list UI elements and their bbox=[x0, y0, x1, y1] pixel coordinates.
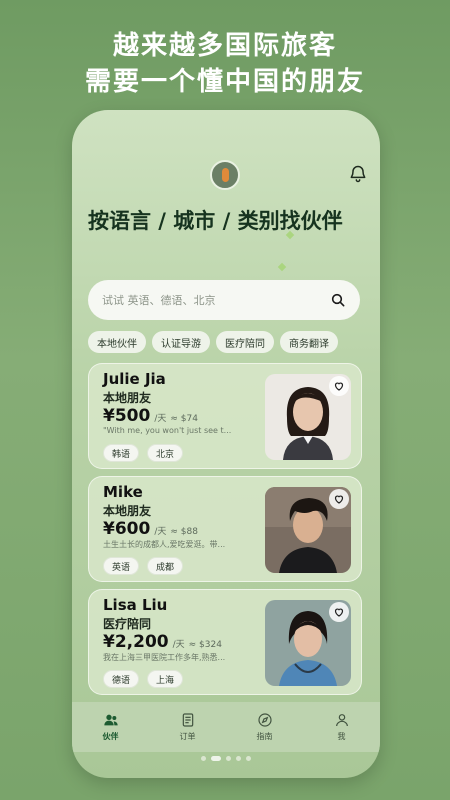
price-usd: ≈ $88 bbox=[170, 527, 198, 537]
partner-price: ¥2,200 bbox=[103, 632, 169, 652]
headline: 越来越多国际旅客 需要一个懂中国的朋友 bbox=[0, 28, 450, 100]
favorite-heart-icon[interactable] bbox=[329, 602, 349, 622]
page-dot-active bbox=[211, 756, 221, 761]
partner-name: Lisa Liu bbox=[103, 596, 168, 614]
partner-tags: 德语 上海 bbox=[103, 670, 184, 688]
partner-photo bbox=[265, 374, 351, 460]
partner-card[interactable]: Lisa Liu 医疗陪同 ¥2,200 /天 ≈ $324 我在上海三甲医院工… bbox=[88, 589, 362, 695]
page-dot bbox=[226, 756, 231, 761]
price-unit: /天 bbox=[154, 527, 167, 537]
partner-description: 我在上海三甲医院工作多年,熟悉... bbox=[103, 653, 226, 662]
language-tag: 德语 bbox=[103, 670, 140, 688]
city-tag: 成都 bbox=[147, 557, 184, 575]
phone-screen: 按语言 / 城市 / 类别找伙伴 试试 英语、德语、北京 本地伙伴 认证导游 医… bbox=[72, 110, 380, 778]
tab-label: 指南 bbox=[256, 732, 273, 741]
search-input[interactable]: 试试 英语、德语、北京 bbox=[88, 280, 360, 320]
search-icon[interactable] bbox=[330, 292, 346, 308]
tab-label: 订单 bbox=[179, 732, 196, 741]
app-logo-icon bbox=[210, 160, 240, 190]
favorite-heart-icon[interactable] bbox=[329, 489, 349, 509]
compass-icon bbox=[257, 713, 272, 727]
leaf-decoration bbox=[277, 262, 287, 272]
partner-photo bbox=[265, 600, 351, 686]
chip-medical-escort[interactable]: 医疗陪同 bbox=[216, 331, 274, 353]
category-chips: 本地伙伴 认证导游 医疗陪同 商务翻译 bbox=[88, 331, 338, 353]
partner-tags: 韩语 北京 bbox=[103, 444, 184, 462]
price-row: ¥600 /天 ≈ $88 bbox=[103, 519, 198, 539]
city-tag: 北京 bbox=[147, 444, 184, 462]
partner-price: ¥500 bbox=[103, 406, 151, 426]
price-unit: /天 bbox=[154, 414, 167, 424]
price-row: ¥2,200 /天 ≈ $324 bbox=[103, 632, 222, 652]
partner-photo bbox=[265, 487, 351, 573]
page-dot bbox=[246, 756, 251, 761]
tab-guide[interactable]: 指南 bbox=[235, 712, 295, 742]
city-tag: 上海 bbox=[147, 670, 184, 688]
people-icon bbox=[103, 714, 118, 726]
tab-partners[interactable]: 伙伴 bbox=[81, 712, 141, 742]
partner-tags: 英语 成都 bbox=[103, 557, 184, 575]
partner-price: ¥600 bbox=[103, 519, 151, 539]
headline-line-2: 需要一个懂中国的朋友 bbox=[84, 67, 365, 97]
partner-role: 本地朋友 bbox=[103, 504, 152, 518]
orders-icon bbox=[182, 713, 193, 727]
headline-line-1: 越来越多国际旅客 bbox=[112, 31, 337, 61]
partner-name: Julie Jia bbox=[103, 370, 166, 388]
tab-orders[interactable]: 订单 bbox=[158, 712, 218, 742]
bottom-tab-bar: 伙伴 订单 指南 我 bbox=[72, 702, 380, 752]
price-usd: ≈ $74 bbox=[170, 414, 198, 424]
partner-name: Mike bbox=[103, 483, 143, 501]
partner-description: 土生土长的成都人,爱吃爱逛。带... bbox=[103, 540, 226, 549]
chip-local-partner[interactable]: 本地伙伴 bbox=[88, 331, 146, 353]
page-title: 按语言 / 城市 / 类别找伙伴 bbox=[88, 209, 343, 233]
partner-card[interactable]: Mike 本地朋友 ¥600 /天 ≈ $88 土生土长的成都人,爱吃爱逛。带.… bbox=[88, 476, 362, 582]
tab-label: 我 bbox=[337, 732, 346, 741]
chip-certified-guide[interactable]: 认证导游 bbox=[152, 331, 210, 353]
price-row: ¥500 /天 ≈ $74 bbox=[103, 406, 198, 426]
partner-description: "With me, you won't just see t... bbox=[103, 426, 232, 435]
partner-card[interactable]: Julie Jia 本地朋友 ¥500 /天 ≈ $74 "With me, y… bbox=[88, 363, 362, 469]
language-tag: 韩语 bbox=[103, 444, 140, 462]
person-icon bbox=[335, 714, 348, 727]
page-dot bbox=[236, 756, 241, 761]
language-tag: 英语 bbox=[103, 557, 140, 575]
price-usd: ≈ $324 bbox=[188, 640, 222, 650]
partner-role: 医疗陪同 bbox=[103, 617, 152, 631]
partner-role: 本地朋友 bbox=[103, 391, 152, 405]
chip-business-translation[interactable]: 商务翻译 bbox=[280, 331, 338, 353]
tab-label: 伙伴 bbox=[102, 732, 119, 741]
bell-icon[interactable] bbox=[348, 164, 368, 184]
page-dot bbox=[201, 756, 206, 761]
price-unit: /天 bbox=[172, 640, 185, 650]
search-placeholder: 试试 英语、德语、北京 bbox=[102, 294, 216, 307]
tab-me[interactable]: 我 bbox=[312, 712, 372, 742]
page-indicator bbox=[72, 756, 380, 761]
favorite-heart-icon[interactable] bbox=[329, 376, 349, 396]
